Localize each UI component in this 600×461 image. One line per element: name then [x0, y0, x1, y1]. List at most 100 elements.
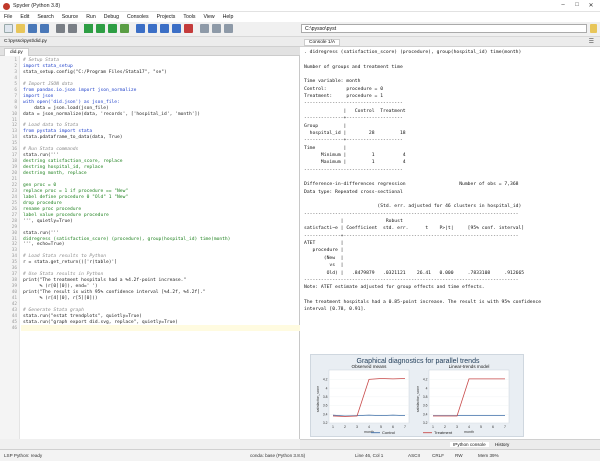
- x-tick-label: 3: [456, 425, 458, 429]
- legend-label: Treatment: [434, 430, 453, 435]
- line-number-gutter: 1 2 3 4 5 6 7 8 9 10 11 12 13 14 15 16 17 18 19 20 21 22 23 24 2…: [0, 56, 20, 439]
- code-line: destring satisfaction_score, replace: [23, 159, 123, 165]
- line-number: 25: [11, 200, 17, 206]
- line-number: 4: [14, 75, 17, 81]
- save-icon[interactable]: [28, 24, 37, 33]
- x-tick-label: 2: [444, 425, 446, 429]
- spyder-logo-icon: [3, 3, 10, 10]
- line-number: 26: [11, 206, 17, 212]
- code-line: stata.pdataframe_to_data(data, True): [23, 135, 123, 141]
- line-number: 33: [11, 248, 17, 254]
- code-line: data = json_normalize(data, 'records', […: [23, 111, 201, 117]
- y-tick-label: 3.4: [423, 412, 428, 416]
- code-editor[interactable]: 1 2 3 4 5 6 7 8 9 10 11 12 13 14 15 16 17 18 19 20 21 22 23 24 2…: [0, 56, 300, 439]
- code-line: stata.run("estat trendplots", quietly=Tr…: [23, 313, 142, 319]
- step-icon[interactable]: [148, 24, 157, 33]
- menu-view[interactable]: View: [200, 12, 219, 20]
- console-line: interval [0.78, 0.91].: [304, 307, 367, 313]
- code-line: ''', echo=True): [23, 242, 65, 248]
- minimize-icon[interactable]: –: [558, 2, 568, 8]
- status-memory: Mem 39%: [478, 453, 499, 458]
- copy-icon[interactable]: [68, 24, 77, 33]
- console-line: procedure |: [304, 248, 344, 254]
- save-all-icon[interactable]: [40, 24, 49, 33]
- menu-source[interactable]: Source: [58, 12, 82, 20]
- console-line: Minimum | 1 4: [304, 152, 406, 158]
- menu-tools[interactable]: Tools: [179, 12, 199, 20]
- panel-plot-area: [428, 369, 510, 424]
- code-line: # Generate Stata graph: [23, 307, 84, 313]
- line-number: 18: [11, 159, 17, 165]
- console-line: Note: ATET estimate adjusted for group e…: [304, 285, 485, 291]
- console-line: The treatment hospitals had a 0.85-point…: [304, 299, 542, 305]
- y-tick-label: 3.2: [323, 421, 328, 425]
- tab-ipython-console[interactable]: IPython console: [450, 442, 489, 447]
- trendplot-svg: Graphical diagnostics for parallel trend…: [316, 358, 510, 435]
- console-line: -----------------------------------: [304, 167, 403, 173]
- maximize-pane-icon[interactable]: [200, 24, 209, 33]
- code-line: from pystata import stata: [23, 129, 93, 135]
- line-number: 22: [11, 182, 17, 188]
- menu-projects[interactable]: Projects: [153, 12, 180, 20]
- line-number: 14: [11, 135, 17, 141]
- x-tick-label: 1: [432, 425, 434, 429]
- run-cell-icon[interactable]: [96, 24, 105, 33]
- step-into-icon[interactable]: [160, 24, 169, 33]
- working-directory-combobox[interactable]: C:\pysso\pyst: [301, 24, 587, 33]
- code-line: stata.run(''': [23, 153, 59, 159]
- editor-tab-did[interactable]: did.py: [4, 48, 29, 56]
- code-line: label define procedure 0 "Old" 1 "New": [23, 194, 129, 200]
- trendplot-graph: Graphical diagnostics for parallel trend…: [310, 354, 524, 437]
- code-line: # Import JSON data: [23, 81, 73, 87]
- panel-title: Observed means: [352, 364, 388, 369]
- code-line: stata.run("graph export did.svg, replace…: [23, 319, 178, 325]
- line-number: 15: [11, 141, 17, 147]
- code-line: gen proc = 0: [23, 182, 57, 188]
- current-line-highlight: [21, 325, 300, 332]
- maximize-icon[interactable]: □: [572, 2, 582, 8]
- line-number: 43: [11, 307, 17, 313]
- y-tick-label: 3.4: [323, 412, 328, 416]
- run-cell-advance-icon[interactable]: [108, 24, 117, 33]
- y-tick-label: 3.2: [423, 421, 428, 425]
- browse-directory-icon[interactable]: [590, 24, 597, 33]
- menu-search[interactable]: Search: [33, 12, 57, 20]
- line-number: 41: [11, 296, 17, 301]
- line-number: 45: [11, 319, 17, 325]
- y-tick-label: 4.2: [323, 378, 328, 382]
- console-tab[interactable]: Console 1/A: [304, 39, 341, 46]
- menu-consoles[interactable]: Consoles: [123, 12, 153, 20]
- options-icon[interactable]: ☰: [589, 38, 594, 45]
- pythonpath-icon[interactable]: [224, 24, 233, 33]
- toolbar: C:\pysso\pyst: [0, 22, 600, 37]
- menu-file[interactable]: File: [0, 12, 16, 20]
- status-eol: CRLF: [432, 453, 444, 458]
- step-return-icon[interactable]: [172, 24, 181, 33]
- status-rw: RW: [455, 453, 463, 458]
- console-line: | Control Treatment: [304, 108, 406, 114]
- menu-edit[interactable]: Edit: [16, 12, 33, 20]
- code-line: label value procedure procedure: [23, 212, 109, 218]
- y-tick-label: 4: [426, 386, 428, 390]
- new-file-icon[interactable]: [4, 24, 13, 33]
- line-number: 12: [11, 123, 17, 129]
- console-line: satisfacti~e | Coefficient std. err. t P…: [304, 226, 525, 232]
- run-icon[interactable]: [84, 24, 93, 33]
- code-line: print("The result is with 95% confidence…: [23, 290, 206, 296]
- tab-history[interactable]: History: [495, 442, 509, 447]
- console-line: Time |: [304, 145, 347, 151]
- menu-debug[interactable]: Debug: [100, 12, 123, 20]
- preferences-icon[interactable]: [212, 24, 221, 33]
- line-number: 7: [14, 93, 17, 99]
- line-number: 8: [14, 99, 17, 105]
- debug-icon[interactable]: [136, 24, 145, 33]
- run-selection-icon[interactable]: [120, 24, 129, 33]
- line-number: 5: [14, 81, 17, 87]
- open-file-icon[interactable]: [16, 24, 25, 33]
- menu-help[interactable]: Help: [219, 12, 238, 20]
- code-line: stata.run(''': [23, 230, 59, 236]
- close-icon[interactable]: ✕: [586, 2, 596, 9]
- stop-debug-icon[interactable]: [184, 24, 193, 33]
- cut-icon[interactable]: [56, 24, 65, 33]
- menu-run[interactable]: Run: [82, 12, 100, 20]
